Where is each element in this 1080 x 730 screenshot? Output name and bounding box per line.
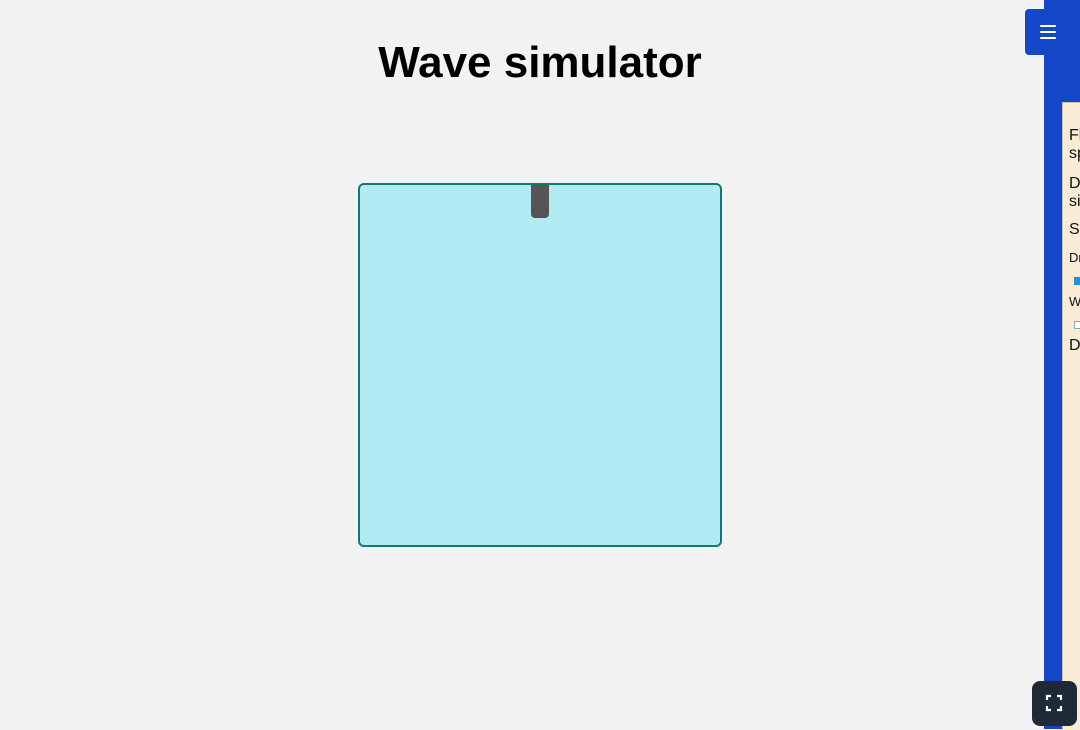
panel-text-line: si <box>1069 193 1080 210</box>
wave-source-paddle[interactable] <box>531 185 549 218</box>
page-title: Wave simulator <box>378 38 702 87</box>
panel-text-line: D <box>1069 175 1080 192</box>
panel-text-line: S <box>1069 221 1080 238</box>
menu-button[interactable] <box>1025 9 1071 55</box>
fullscreen-icon <box>1045 694 1063 712</box>
drop-slider[interactable] <box>1074 277 1080 285</box>
panel-text-line: sp <box>1069 145 1080 162</box>
fullscreen-button[interactable] <box>1032 681 1077 726</box>
panel-label: Dr <box>1069 250 1080 265</box>
settings-panel: Fl sp D si S Dr W D <box>1062 102 1080 730</box>
wave-slider[interactable] <box>1074 321 1080 329</box>
panel-label: W <box>1069 293 1080 311</box>
wave-tank-canvas[interactable] <box>358 183 722 547</box>
panel-text-line: Fl <box>1069 127 1080 144</box>
hamburger-menu-icon <box>1040 25 1056 39</box>
panel-text-line: D <box>1069 337 1080 354</box>
